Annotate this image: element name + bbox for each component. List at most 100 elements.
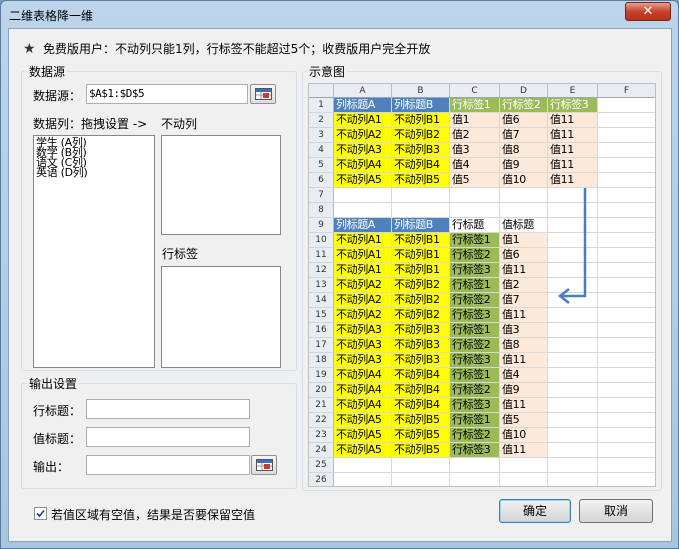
sheet-cell: [598, 443, 655, 458]
sheet-cell: 行标签2: [450, 428, 500, 443]
data-columns-list[interactable]: 学生 (A列) 数学 (B列) 语文 (C列) 英语 (D列): [33, 135, 155, 368]
sheet-cell: 不动列A1: [334, 248, 392, 263]
keep-empty-checkbox[interactable]: [34, 507, 47, 520]
sheet-cell: 不动列A2: [334, 308, 392, 323]
columns-label: 数据列：拖拽设置 ->: [33, 117, 148, 131]
sheet-cell: 不动列B5: [392, 443, 450, 458]
row-header: 8: [309, 203, 334, 218]
sheet-cell: [598, 428, 655, 443]
sheet-cell: 列标题A: [334, 218, 392, 233]
sheet-cell: 值11: [548, 113, 598, 128]
sheet-cell: 不动列A5: [334, 413, 392, 428]
sheet-cell: [334, 458, 392, 473]
row-header: 21: [309, 398, 334, 413]
sheet-cell: 行标签1: [450, 323, 500, 338]
sheet-cell: 不动列B3: [392, 323, 450, 338]
sheet-cell: [500, 203, 548, 218]
sheet-cell: 不动列B2: [392, 293, 450, 308]
sheet-cell: [598, 143, 655, 158]
sheet-cell: 值7: [500, 128, 548, 143]
column-header: F: [598, 84, 655, 98]
row-header: 26: [309, 473, 334, 486]
sheet-cell: 值11: [548, 143, 598, 158]
sheet-cell: 值8: [500, 143, 548, 158]
sheet-cell: [450, 203, 500, 218]
sheet-cell: [598, 203, 655, 218]
sheet-cell: 值11: [500, 263, 548, 278]
sheet-cell: 值6: [500, 113, 548, 128]
sheet-cell: 值11: [500, 398, 548, 413]
output-input[interactable]: [86, 455, 250, 475]
row-header: 22: [309, 413, 334, 428]
sheet-cell: 不动列A1: [334, 263, 392, 278]
cancel-button[interactable]: 取消: [579, 499, 653, 523]
fixed-columns-list[interactable]: [161, 135, 281, 235]
row-header: 4: [309, 143, 334, 158]
preview-sheet: A B C D E F 1 列标题A 列标题B 行标签1 行标签2 行标签3 2 不动列A1 不动列B1 值1…: [308, 83, 656, 487]
sheet-cell: [598, 173, 655, 188]
value-title-input[interactable]: [86, 427, 250, 447]
sheet-cell: 值10: [500, 173, 548, 188]
source-label: 数据源：: [33, 89, 82, 103]
window-title: 二维表格降一维: [9, 9, 94, 23]
sheet-cell: [598, 473, 655, 486]
sheet-cell: [500, 458, 548, 473]
keep-empty-label[interactable]: 若值区域有空值，结果是否要保留空值: [51, 506, 255, 523]
row-header: 5: [309, 158, 334, 173]
sheet-cell: 值11: [500, 443, 548, 458]
list-item[interactable]: 英语 (D列): [34, 167, 154, 178]
sheet-cell: 行标签1: [450, 413, 500, 428]
sheet-cell: [548, 458, 598, 473]
sheet-cell: [598, 263, 655, 278]
row-header: 7: [309, 188, 334, 203]
sheet-cell: 不动列A3: [334, 143, 392, 158]
row-header: 18: [309, 353, 334, 368]
notice-text: 免费版用户：不动列只能1列，行标签不能超过5个；收费版用户完全开放: [43, 42, 431, 56]
output-picker-button[interactable]: [251, 455, 277, 475]
sheet-cell: 行标签3: [450, 398, 500, 413]
sheet-cell: 值9: [500, 383, 548, 398]
sheet-cell: [548, 383, 598, 398]
row-title-input[interactable]: [86, 399, 250, 419]
sheet-cell: 不动列B1: [392, 248, 450, 263]
sheet-cell: [598, 323, 655, 338]
sheet-cell: 值标题: [500, 218, 548, 233]
sheet-cell: 行标签2: [450, 248, 500, 263]
sheet-cell: [598, 353, 655, 368]
column-header: D: [500, 84, 548, 98]
sheet-cell: [548, 428, 598, 443]
row-header: 15: [309, 308, 334, 323]
row-header: 1: [309, 98, 334, 113]
sheet-cell: 不动列A1: [334, 113, 392, 128]
sheet-cell: 不动列B4: [392, 398, 450, 413]
source-picker-button[interactable]: [250, 84, 276, 104]
row-header: 6: [309, 173, 334, 188]
sheet-cell: [500, 188, 548, 203]
sheet-cell: 行标签3: [450, 263, 500, 278]
sheet-cell: 不动列A5: [334, 428, 392, 443]
sheet-cell: 值2: [500, 278, 548, 293]
sheet-cell: 不动列A5: [334, 173, 392, 188]
sheet-cell: 不动列B5: [392, 428, 450, 443]
close-button[interactable]: ✕: [625, 2, 671, 21]
row-header: 11: [309, 248, 334, 263]
sheet-cell: 行标签1: [450, 278, 500, 293]
row-labels-label: 行标签: [162, 247, 199, 261]
sheet-cell: 值8: [500, 338, 548, 353]
sheet-cell: 不动列A4: [334, 158, 392, 173]
dialog-client: ★ 免费版用户：不动列只能1列，行标签不能超过5个；收费版用户完全开放 数据源 数…: [8, 28, 672, 542]
sheet-cell: 不动列B1: [392, 263, 450, 278]
ok-button[interactable]: 确定: [499, 499, 571, 523]
transform-arrow-icon: [557, 188, 587, 304]
dialog-window: 二维表格降一维 ✕ ★ 免费版用户：不动列只能1列，行标签不能超过5个；收费版用户…: [0, 0, 679, 549]
sheet-cell: [598, 458, 655, 473]
sheet-cell: [548, 368, 598, 383]
sheet-cell: [450, 458, 500, 473]
row-labels-list[interactable]: [161, 266, 281, 368]
sheet-cell: 值1: [500, 233, 548, 248]
column-header: E: [548, 84, 598, 98]
title-bar[interactable]: 二维表格降一维 ✕: [1, 1, 678, 27]
column-header: B: [392, 84, 450, 98]
source-input[interactable]: $A$1:$D$5: [86, 84, 248, 104]
sheet-cell: 不动列A4: [334, 368, 392, 383]
